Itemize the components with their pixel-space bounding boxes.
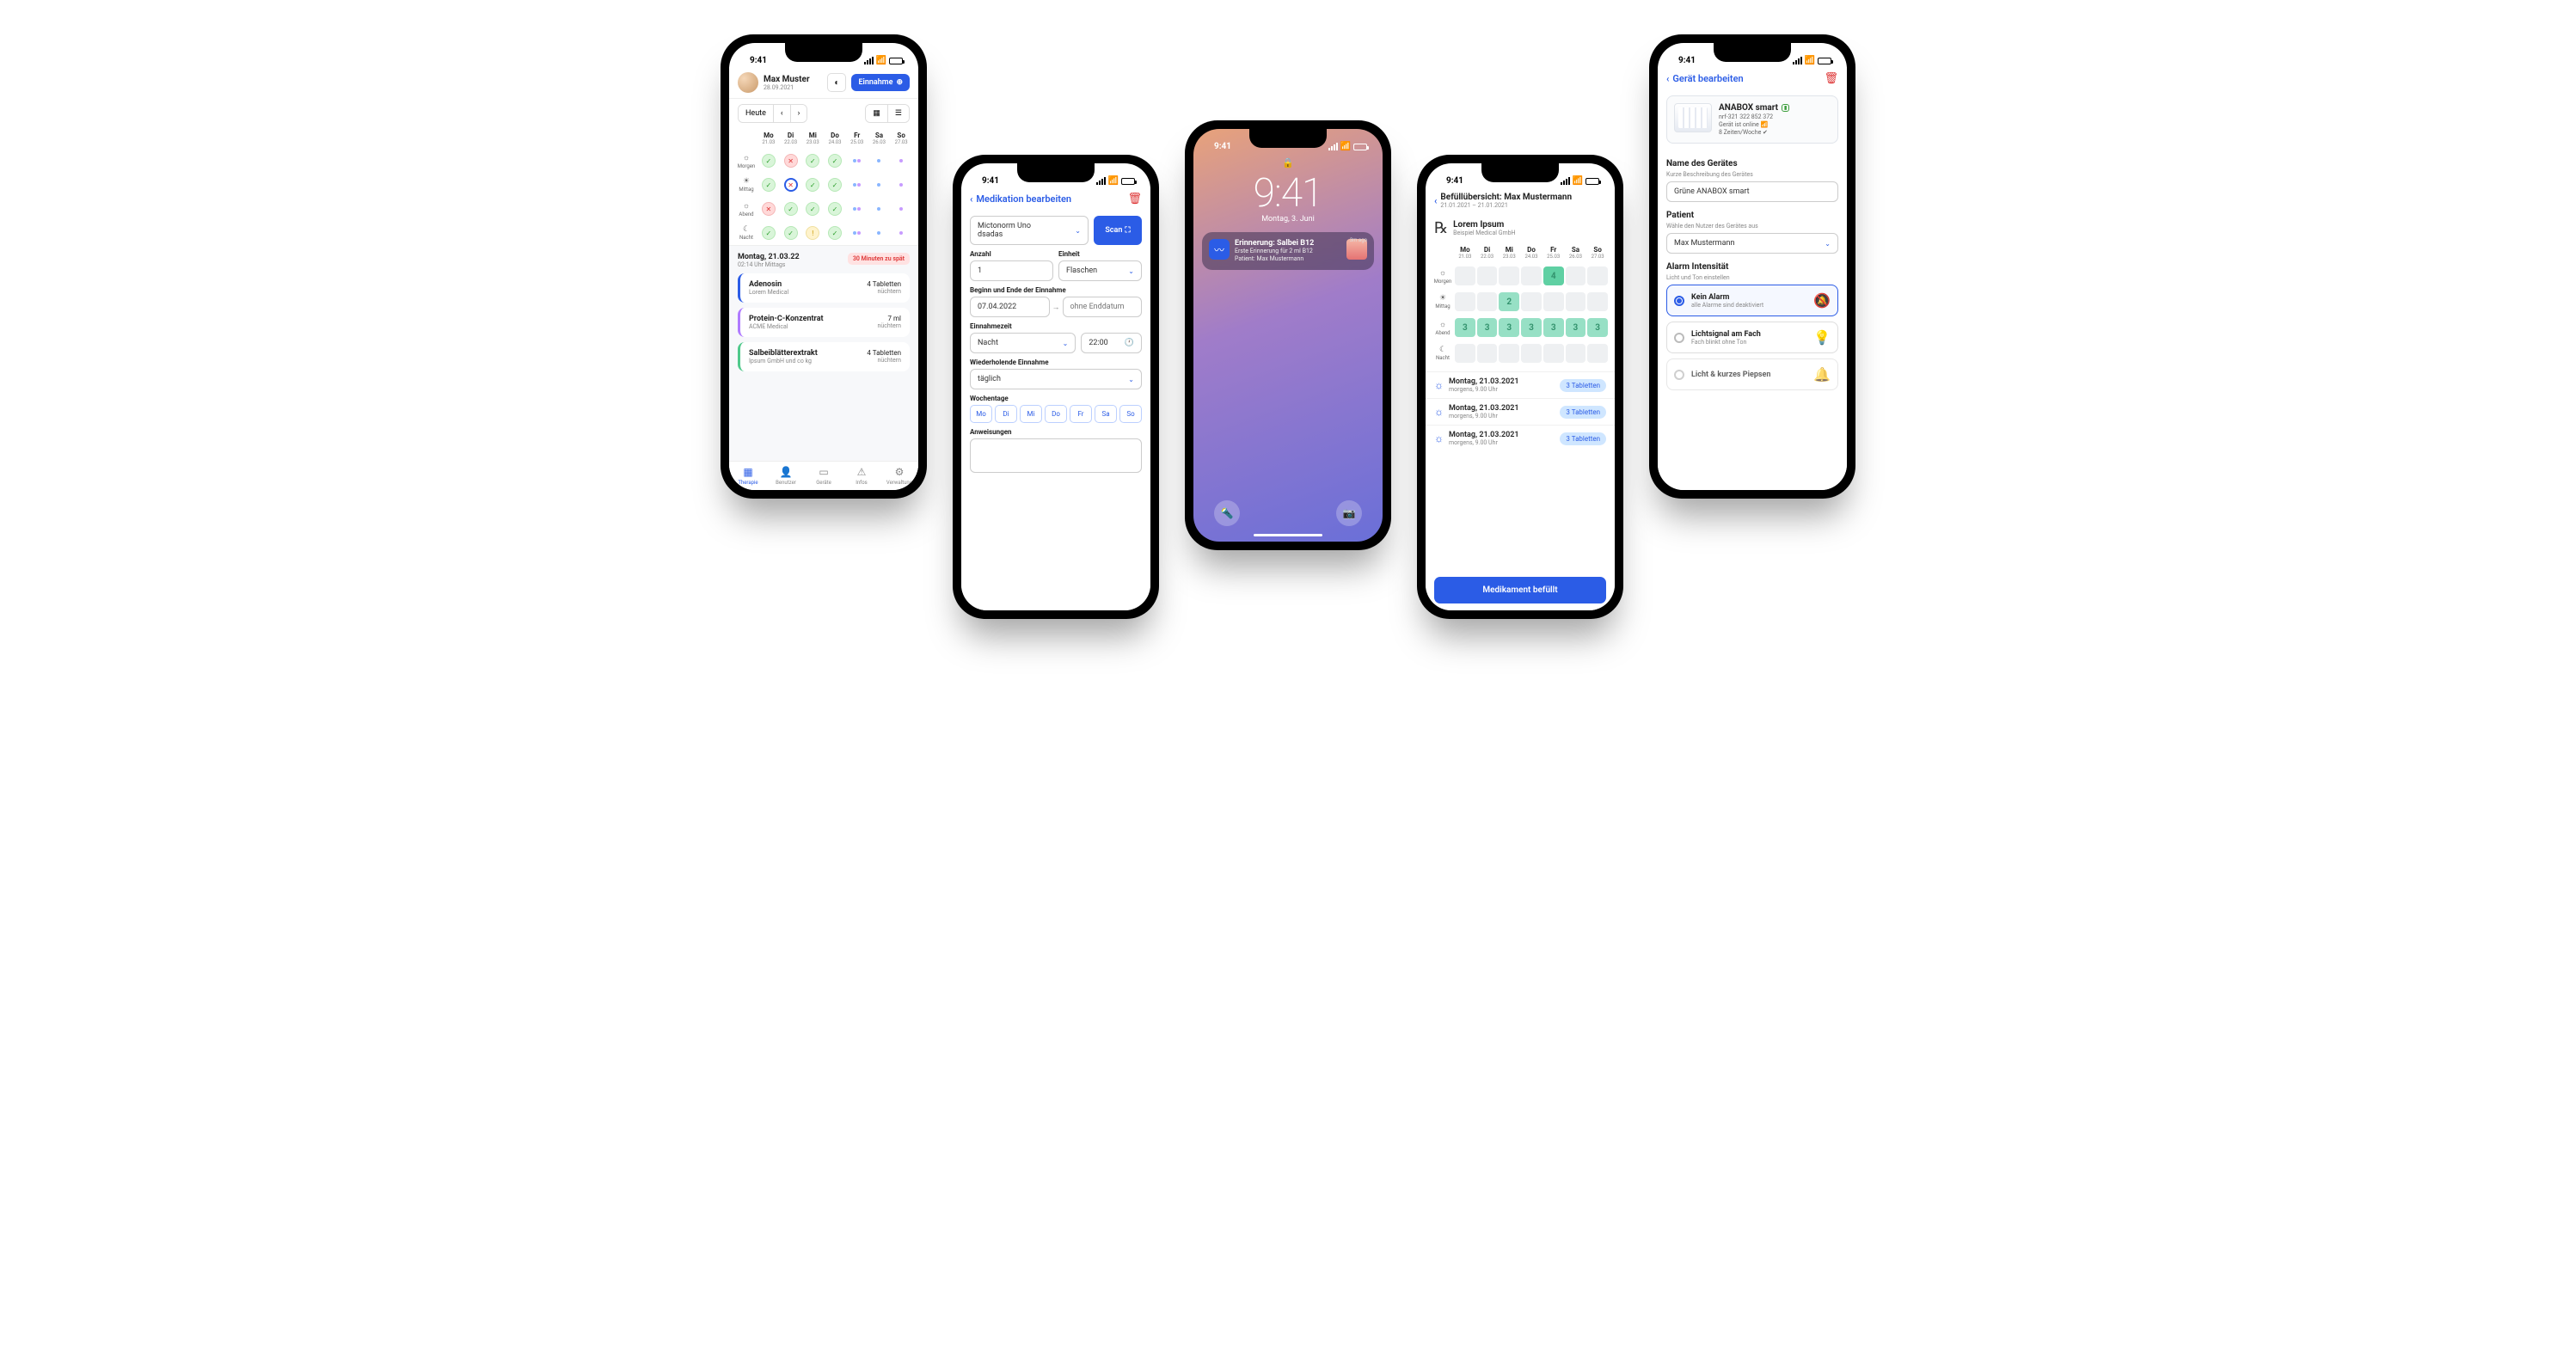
sun-icon: ☀ (743, 177, 750, 186)
status-time: 9:41 (745, 56, 767, 65)
sunrise-icon: ☼ (1434, 379, 1444, 391)
intake-button[interactable]: Einnahme⊕ (851, 74, 910, 91)
chevron-left-icon: ‹ (1434, 195, 1437, 206)
repeat-select[interactable]: täglich⌄ (970, 369, 1142, 389)
list-view-button[interactable]: ☰ (887, 105, 909, 122)
day-header: Mo21.03 (758, 132, 779, 145)
tab-bar: ▦Therapie 👤Benutzer ▭Geräte ⚠Infos ⚙Verw… (729, 461, 918, 490)
back-button[interactable]: ‹Gerät bearbeiten (1666, 73, 1744, 84)
theme-toggle-button[interactable]: ◐ (827, 73, 846, 92)
detail-date: Montag, 21.03.22 (738, 253, 800, 261)
start-date-input[interactable] (970, 297, 1050, 317)
weekday-chip[interactable]: Sa (1095, 405, 1117, 423)
user-date: 28.09.2021 (764, 84, 822, 91)
time-of-day-select[interactable]: Nacht⌄ (970, 333, 1076, 353)
home-indicator[interactable] (1254, 534, 1322, 536)
tab-therapy[interactable]: ▦Therapie (729, 462, 767, 490)
delete-button[interactable]: 🗑 (1824, 72, 1838, 85)
today-button[interactable]: Heute (739, 105, 773, 122)
lock-clock: 9:41 (1193, 170, 1383, 217)
chevron-left-icon: ‹ (1666, 73, 1669, 84)
clock-icon: 🕐 (1125, 339, 1134, 347)
battery-badge: ▮ (1782, 104, 1789, 112)
bell-ring-icon: 🔔 (1813, 366, 1831, 383)
late-warning-badge: 30 Minuten zu spät (848, 253, 910, 265)
back-button[interactable]: ‹Medikation bearbeiten (970, 193, 1071, 205)
notification-card[interactable]: 〰 Erinnerung: Salbei B12 Erste Erinnerun… (1202, 232, 1374, 270)
patient-select[interactable]: Max Mustermann⌄ (1666, 233, 1838, 254)
tab-users[interactable]: 👤Benutzer (767, 462, 805, 490)
radio-selected (1674, 296, 1684, 306)
weekday-chip[interactable]: Do (1045, 405, 1067, 423)
moon-icon: ☾ (743, 225, 750, 234)
chevron-left-icon: ‹ (970, 193, 972, 205)
bell-off-icon: 🔕 (1813, 292, 1831, 309)
next-week-button[interactable]: › (790, 105, 807, 122)
fill-entry[interactable]: ☼Montag, 21.03.2021morgens, 9.00 Uhr3 Ta… (1426, 371, 1615, 398)
alarm-option-light-beep[interactable]: Licht & kurzes Piepsen 🔔 (1666, 358, 1838, 390)
plus-icon: ⊕ (896, 78, 903, 87)
tab-admin[interactable]: ⚙Verwaltung (880, 462, 918, 490)
medication-icon: ℞ (1434, 219, 1448, 237)
camera-button[interactable]: 📷 (1336, 500, 1362, 526)
weekday-chip[interactable]: So (1119, 405, 1142, 423)
user-name: Max Muster (764, 75, 822, 84)
alarm-option-none[interactable]: Kein Alarmalle Alarme sind deaktiviert 🔕 (1666, 285, 1838, 316)
prev-week-button[interactable]: ‹ (773, 105, 790, 122)
avatar[interactable] (738, 72, 758, 93)
fill-cell[interactable]: 4 (1543, 266, 1564, 285)
medication-card[interactable]: Protein-C-KonzentratACME Medical 7 mlnüc… (738, 308, 910, 337)
weekday-chip[interactable]: Mo (970, 405, 992, 423)
back-button[interactable]: ‹ Befüllübersicht: Max Mustermann 21.01.… (1434, 193, 1572, 209)
alarm-option-light[interactable]: Lichtsignal am FachFach blinkt ohne Ton … (1666, 322, 1838, 353)
tab-infos[interactable]: ⚠Infos (843, 462, 880, 490)
weekday-chip[interactable]: Mi (1020, 405, 1042, 423)
medication-card[interactable]: AdenosinLorem Medical 4 Tablettennüchter… (738, 273, 910, 303)
fill-entry[interactable]: ☼Montag, 21.03.2021morgens, 9.00 Uhr3 Ta… (1426, 398, 1615, 425)
device-image (1674, 103, 1712, 132)
phone-lockscreen: 9:41📶 🔒 9:41 Montag, 3. Juni 〰 Erinnerun… (1185, 120, 1391, 550)
check-icon: ✔ (1763, 129, 1768, 136)
flashlight-button[interactable]: 🔦 (1214, 500, 1240, 526)
calendar-view-button[interactable]: ▦ (866, 105, 887, 122)
scan-button[interactable]: Scan⛶ (1094, 216, 1142, 245)
sunset-icon: ☼ (743, 201, 750, 211)
dose-badge: 3 Tabletten (1560, 379, 1606, 392)
fill-entry[interactable]: ☼Montag, 21.03.2021morgens, 9.00 Uhr3 Ta… (1426, 425, 1615, 451)
instructions-input[interactable] (970, 438, 1142, 473)
chevron-down-icon: ⌄ (1825, 240, 1831, 248)
lock-date: Montag, 3. Juni (1193, 215, 1383, 224)
end-date-input[interactable] (1063, 297, 1143, 317)
phone-edit-medication: 9:41📶 ‹Medikation bearbeiten 🗑 Mictonorm… (953, 155, 1159, 619)
intake-cell[interactable]: ✓ (762, 154, 776, 168)
medication-filled-button[interactable]: Medikament befüllt (1434, 577, 1606, 603)
phone-fill-overview: 9:41📶 ‹ Befüllübersicht: Max Mustermann … (1417, 155, 1623, 619)
chevron-down-icon: ⌄ (1075, 227, 1081, 235)
tab-devices[interactable]: ▭Geräte (805, 462, 843, 490)
lightbulb-icon: 💡 (1813, 329, 1831, 346)
signal-icon: 📶 (1760, 121, 1768, 128)
fill-cell[interactable]: 2 (1499, 292, 1519, 311)
phone-therapy: 9:41 📶 Max Muster 28.09.2021 ◐ Einnahme⊕… (721, 34, 927, 499)
lock-icon: 🔒 (1193, 157, 1383, 168)
unit-select[interactable]: Flaschen⌄ (1058, 260, 1142, 281)
intake-cell[interactable]: ✕ (784, 154, 798, 168)
radio-unselected (1674, 333, 1684, 343)
app-icon: 〰 (1209, 239, 1230, 260)
medication-select[interactable]: Mictonorm Uno dsadas⌄ (970, 216, 1089, 245)
sunrise-icon: ☼ (743, 153, 750, 162)
device-info-card: ANABOX smart▮ nrf-321 322 852 372 Gerät … (1666, 95, 1838, 144)
qr-icon: ⛶ (1125, 226, 1130, 235)
device-name-input[interactable] (1666, 181, 1838, 202)
phone-edit-device: 9:41📶 ‹Gerät bearbeiten 🗑 ANABOX smart▮ … (1649, 34, 1855, 499)
medication-card[interactable]: SalbeiblätterextraktIpsum GmbH und co kg… (738, 342, 910, 371)
delete-button[interactable]: 🗑 (1127, 193, 1142, 205)
weekday-chip[interactable]: Di (995, 405, 1017, 423)
time-input[interactable]: 22:00🕐 (1081, 333, 1142, 353)
weekday-chip[interactable]: Fr (1070, 405, 1092, 423)
intake-cell-selected[interactable]: ✕ (784, 178, 798, 192)
quantity-input[interactable] (970, 260, 1053, 281)
